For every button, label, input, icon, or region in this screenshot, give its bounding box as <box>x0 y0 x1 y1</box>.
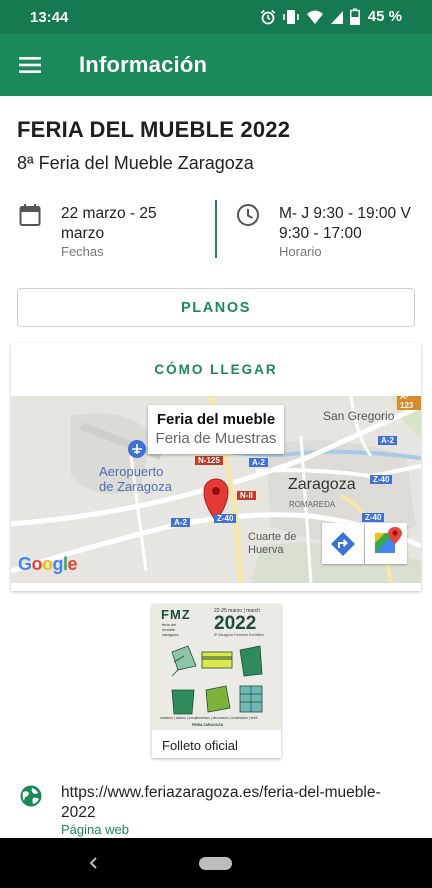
dates-value: 22 marzo - 25 marzo <box>61 205 157 242</box>
map-label-airport: Aeropuerto de Zaragoza <box>99 464 172 494</box>
signal-icon <box>330 10 343 24</box>
cover-illustration <box>171 645 263 715</box>
calendar-icon <box>19 204 41 226</box>
map-label-city: Zaragoza <box>288 476 356 493</box>
open-in-maps-button[interactable] <box>365 523 407 564</box>
road-shield: A-123 <box>397 396 421 410</box>
road-shield: N-II <box>237 491 256 500</box>
cover-tags: moderno | clásico | complementos | decor… <box>160 716 258 720</box>
app-bar: Información <box>0 34 432 96</box>
brochure-cover-image: FMZ feria del mueble zaragoza 22-25 marz… <box>152 604 281 730</box>
como-llegar-button[interactable]: CÓMO LLEGAR <box>11 343 421 396</box>
wifi-icon <box>306 10 323 24</box>
dates-label: Fechas <box>61 244 104 259</box>
google-letter: g <box>52 554 64 574</box>
road-shield: A-2 <box>171 518 190 527</box>
road-shield: A-2 <box>378 436 397 445</box>
map-marker-callout[interactable]: Feria del mueble Feria de Muestras <box>148 405 284 454</box>
road-shield: A-2 <box>249 458 268 467</box>
page-title: Información <box>79 52 208 77</box>
clock-icon <box>237 204 259 226</box>
directions-icon <box>331 532 355 556</box>
back-icon[interactable] <box>84 853 104 873</box>
brochure-card[interactable]: FMZ feria del mueble zaragoza 22-25 marz… <box>152 604 281 758</box>
globe-icon <box>20 785 42 807</box>
status-time: 13:44 <box>30 9 69 26</box>
google-maps-icon <box>375 527 402 553</box>
brochure-caption: Folleto oficial <box>162 738 238 753</box>
map-label-romareda: ROMAREDA <box>289 500 336 509</box>
hamburger-menu-icon[interactable] <box>18 53 42 77</box>
google-letter: e <box>67 554 78 574</box>
website-url[interactable]: https://www.feriazaragoza.es/feria-del-m… <box>61 783 411 823</box>
vibrate-icon <box>283 9 299 24</box>
callout-title: Feria del mueble <box>156 411 276 428</box>
website-label: Página web <box>61 822 129 837</box>
battery-percentage: 45 % <box>367 8 402 25</box>
road-shield: Z-40 <box>362 513 385 522</box>
info-divider <box>215 200 217 258</box>
map-label-cuarte: Cuarte de Huerva <box>248 531 297 556</box>
road-shield: N-125 <box>195 456 223 465</box>
status-icons: 45 % <box>260 8 402 25</box>
battery-icon <box>349 8 360 25</box>
system-nav-bar <box>0 838 432 888</box>
map-view[interactable]: N-125 A-2 N-II A-2 Z-40 Z-40 Z-40 A-2 A-… <box>11 396 421 583</box>
schedule-label: Horario <box>279 244 322 259</box>
planos-button[interactable]: PLANOS <box>17 288 415 327</box>
status-bar: 13:44 45 % <box>0 0 432 34</box>
directions-card: CÓMO LLEGAR N-125 A-2 N-II A-2 Z-40 Z-40… <box>11 343 421 591</box>
alarm-icon <box>260 9 275 24</box>
map-directions-button[interactable] <box>322 523 364 564</box>
event-title: FERIA DEL MUEBLE 2022 <box>17 117 291 142</box>
road-shield: Z-40 <box>370 475 393 484</box>
map-label-san-gregorio: San Gregorio <box>323 409 395 423</box>
road-shield: Z-40 <box>214 514 237 523</box>
google-letter: o <box>42 554 53 574</box>
schedule-value: M- J 9:30 - 19:00 V 9:30 - 17:00 <box>279 205 411 242</box>
callout-subtitle: Feria de Muestras <box>155 430 277 447</box>
google-letter: o <box>31 554 43 574</box>
google-letter: G <box>18 554 32 574</box>
google-logo: Google <box>18 554 78 575</box>
cover-footer: FERIA ZARAGOZA <box>192 723 224 727</box>
event-info-row: 22 marzo - 25 marzo Fechas M- J 9:30 - 1… <box>0 200 432 264</box>
event-subtitle: 8ª Feria del Mueble Zaragoza <box>17 153 254 173</box>
home-pill[interactable] <box>199 857 232 870</box>
